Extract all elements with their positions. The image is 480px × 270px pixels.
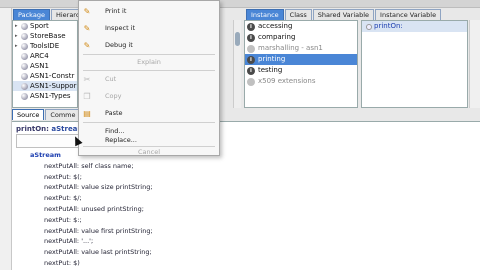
protocol-item[interactable]: x509 extensions — [245, 76, 357, 87]
code-line: nextPutAll: value first printString; — [44, 226, 153, 235]
instance-protocol-icon: i — [247, 55, 255, 64]
expand-triangle-icon[interactable]: ▸ — [15, 21, 20, 31]
print-it-icon: ✎ — [83, 6, 91, 16]
tab-shared-variable[interactable]: Shared Variable — [312, 9, 375, 20]
method-comment-box[interactable] — [16, 134, 81, 148]
menu-item-cut[interactable]: ✂ Cut — [79, 73, 219, 85]
code-line: nextPut: $) — [44, 258, 80, 267]
method-item-selected[interactable]: printOn: — [362, 21, 467, 32]
package-item[interactable]: ARC4 — [13, 51, 77, 61]
package-label: Sport — [30, 22, 49, 30]
method-icon — [366, 23, 372, 30]
protocol-label: printing — [258, 55, 286, 63]
protocol-label: accessing — [258, 22, 293, 30]
class-list-scrollbar[interactable] — [233, 20, 241, 108]
package-icon — [21, 82, 28, 90]
tab-source[interactable]: Source — [12, 109, 45, 120]
menu-item-explain[interactable]: Explain — [79, 56, 219, 68]
package-item[interactable]: ▸ StoreBase — [13, 31, 77, 41]
package-label: ASN1-Types — [30, 92, 71, 100]
left-edge-gutter — [0, 8, 12, 270]
instance-protocol-icon: i — [247, 33, 255, 42]
code-line: nextPutAll: self class name; — [44, 161, 134, 170]
code-line: nextPut: $/; — [44, 194, 82, 203]
instance-protocol-icon: i — [247, 22, 255, 31]
scissors-icon: ✂ — [83, 74, 91, 84]
expand-triangle-icon[interactable]: ▸ — [15, 41, 20, 51]
extension-protocol-icon — [247, 77, 255, 86]
menu-item-cancel[interactable]: Cancel — [79, 146, 219, 158]
protocol-list[interactable]: i accessing i comparing marshalling - asn1… — [244, 20, 358, 108]
paste-icon: ▤ — [83, 108, 91, 118]
menu-item-replace[interactable]: Replace... — [79, 134, 219, 146]
package-label: StoreBase — [30, 32, 66, 40]
browser-tabs-right: Instance Class Shared Variable Instance … — [246, 9, 442, 20]
context-menu: ✎ Print it ✎ Inspect it ✎ Debug it Explain … — [78, 0, 220, 156]
protocol-label: comparing — [258, 33, 296, 41]
menu-separator — [83, 54, 215, 55]
protocol-item[interactable]: marshalling - asn1 — [245, 43, 357, 54]
package-label: ASN1-Suppor — [30, 82, 77, 90]
method-body[interactable]: aStream nextPutAll: self class name; nex… — [16, 150, 416, 269]
code-line: nextPutAll: value size printString; — [44, 183, 153, 192]
method-selector: printOn: — [16, 125, 49, 133]
menu-separator — [83, 70, 215, 71]
package-icon — [21, 42, 28, 50]
package-item[interactable]: ASN1 — [13, 61, 77, 71]
tab-package[interactable]: Package — [13, 9, 50, 20]
package-tree[interactable]: ▸ Sport ▸ StoreBase ▸ ToolsIDE ARC4 ASN1 AS… — [12, 20, 78, 108]
package-item[interactable]: ASN1-Constr — [13, 71, 77, 81]
scrollbar-thumb[interactable] — [235, 32, 240, 46]
protocol-item[interactable]: i testing — [245, 65, 357, 76]
menu-item-inspect-it[interactable]: ✎ Inspect it — [79, 22, 219, 34]
instance-protocol-icon: i — [247, 66, 255, 75]
package-icon — [21, 92, 28, 100]
package-label: ToolsIDE — [30, 42, 60, 50]
package-item[interactable]: ▸ ToolsIDE — [13, 41, 77, 51]
package-icon — [21, 22, 28, 30]
menu-item-copy[interactable]: ❐ Copy — [79, 90, 219, 102]
code-line: nextPutAll: '...'; — [44, 237, 94, 246]
copy-icon: ❐ — [83, 91, 91, 101]
protocol-label: x509 extensions — [258, 77, 316, 85]
package-label: ARC4 — [30, 52, 49, 60]
menu-item-print-it[interactable]: ✎ Print it — [79, 5, 219, 17]
menu-item-paste[interactable]: ▤ Paste — [79, 107, 219, 119]
package-item[interactable]: ▸ Sport — [13, 21, 77, 31]
package-icon — [21, 52, 28, 60]
expand-triangle-icon[interactable]: ▸ — [15, 31, 20, 41]
ide-window: Package Hierarch Instance Class Shared V… — [0, 0, 480, 270]
menu-item-debug-it[interactable]: ✎ Debug it — [79, 39, 219, 51]
source-tabs: Source Comme — [12, 109, 81, 121]
tab-class[interactable]: Class — [284, 9, 312, 20]
package-icon — [21, 62, 28, 70]
protocol-label: marshalling - asn1 — [258, 44, 323, 52]
protocol-item[interactable]: i accessing — [245, 21, 357, 32]
package-icon — [21, 72, 28, 80]
method-signature: printOn: aStream — [16, 125, 85, 133]
tab-instance[interactable]: Instance — [246, 9, 284, 20]
package-item-selected[interactable]: ASN1-Suppor — [13, 81, 77, 91]
package-label: ASN1-Constr — [30, 72, 75, 80]
method-list-scrollbar[interactable] — [469, 20, 480, 108]
debug-it-icon: ✎ — [83, 40, 91, 50]
extension-protocol-icon — [247, 44, 255, 53]
tab-comment[interactable]: Comme — [45, 109, 81, 120]
package-item[interactable]: ASN1-Types — [13, 91, 77, 101]
window-top-strip — [0, 0, 480, 8]
method-list[interactable]: printOn: — [361, 20, 468, 108]
method-label: printOn: — [374, 22, 403, 30]
code-line: nextPutAll: unused printString; — [44, 204, 144, 213]
protocol-item-selected[interactable]: i printing — [245, 54, 357, 65]
protocol-item[interactable]: i comparing — [245, 32, 357, 43]
menu-separator — [83, 122, 215, 123]
package-label: ASN1 — [30, 62, 49, 70]
inspect-it-icon: ✎ — [83, 23, 91, 33]
code-line: nextPut: $(; — [44, 172, 82, 181]
tab-instance-variable[interactable]: Instance Variable — [375, 9, 442, 20]
code-line: nextPutAll: value last printString; — [44, 248, 152, 257]
code-line: nextPut: $:; — [44, 215, 82, 224]
protocol-label: testing — [258, 66, 283, 74]
package-icon — [21, 32, 28, 40]
